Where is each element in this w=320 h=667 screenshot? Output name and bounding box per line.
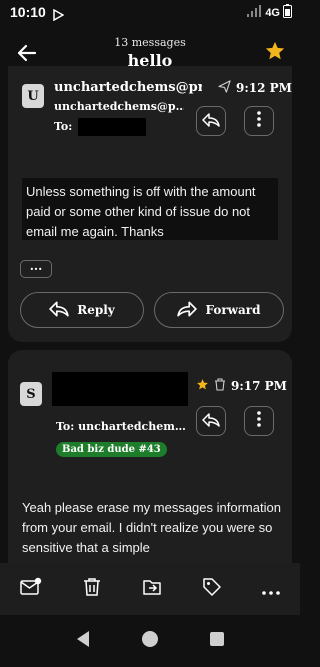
show-quoted-button[interactable]: ···: [20, 260, 52, 278]
sender-email: unchartedchems@p…: [54, 100, 184, 113]
recents-nav-icon[interactable]: [209, 631, 225, 651]
message-time: 9:17 PM: [231, 379, 287, 393]
system-nav-bar: [0, 615, 300, 667]
more-icon[interactable]: [262, 580, 280, 599]
message-menu-button[interactable]: [244, 106, 274, 136]
label-badge: Bad biz dude #43: [56, 442, 167, 457]
forward-icon: [177, 301, 198, 320]
reply-button[interactable]: [196, 406, 226, 436]
reply-icon: [202, 112, 220, 131]
reply-pill-button[interactable]: Reply: [20, 292, 144, 328]
reply-icon: [49, 301, 69, 320]
sent-icon: [218, 80, 231, 96]
status-bar: 10:10 4G: [0, 0, 300, 24]
more-vert-icon: [257, 411, 261, 431]
reply-button[interactable]: [196, 106, 226, 136]
message-body: Yeah please erase my messages informatio…: [22, 500, 281, 555]
label-icon[interactable]: [202, 577, 222, 601]
back-arrow-icon[interactable]: [14, 40, 40, 66]
message-menu-button[interactable]: [244, 406, 274, 436]
signal-icon: [246, 5, 262, 20]
redacted-sender: [52, 372, 188, 406]
sender-name: unchartedchems@pr…: [54, 80, 202, 95]
delete-icon[interactable]: [82, 577, 102, 601]
recipient-label: To:: [54, 120, 73, 133]
message-card-2[interactable]: S 9:17 PM To: unchartedchem… Bad biz dud…: [8, 350, 292, 580]
star-icon[interactable]: [196, 378, 209, 394]
forward-label: Forward: [205, 303, 261, 317]
home-nav-icon[interactable]: [141, 630, 159, 652]
message-body: Unless something is off with the amount …: [22, 178, 278, 240]
reply-icon: [202, 412, 220, 431]
forward-pill-button[interactable]: Forward: [154, 292, 284, 328]
message-card-1[interactable]: U unchartedchems@pr… 9:12 PM unchartedch…: [8, 66, 292, 342]
network-type: 4G: [265, 6, 280, 19]
conversation-title: 13 messages hello: [60, 36, 240, 70]
mark-unread-icon[interactable]: [20, 577, 42, 601]
trash-icon: [214, 378, 226, 394]
more-vert-icon: [257, 111, 261, 131]
back-nav-icon[interactable]: [75, 630, 91, 652]
play-icon: [52, 6, 65, 25]
battery-icon: [283, 4, 292, 21]
sender-avatar: U: [22, 84, 44, 108]
move-icon[interactable]: [142, 577, 162, 601]
reply-label: Reply: [77, 303, 115, 317]
status-time: 10:10: [10, 4, 46, 20]
message-time: 9:12 PM: [236, 81, 292, 95]
sender-avatar: S: [20, 382, 42, 406]
star-icon[interactable]: [264, 40, 286, 66]
bottom-toolbar: [0, 563, 300, 615]
redacted-recipient: [78, 118, 146, 136]
recipient-label: To: unchartedchem…: [56, 420, 186, 433]
message-count: 13 messages: [114, 36, 186, 49]
